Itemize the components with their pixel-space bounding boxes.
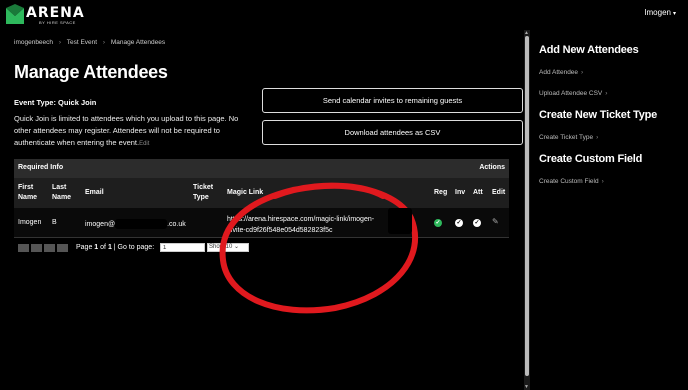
cell-magic-link[interactable]: https://arena.hirespace.com/magic-link/i… (227, 214, 374, 236)
pagination: Page 1 of 1 | Go to page: Show 10 ⌄ (18, 243, 249, 254)
breadcrumb-current: Manage Attendees (110, 39, 166, 46)
send-invites-button[interactable]: Send calendar invites to remaining guest… (262, 88, 523, 113)
ticket-type-heading: Create New Ticket Type (539, 109, 658, 121)
redaction-mark (388, 208, 412, 234)
arena-logo[interactable]: ARENA BY HIRE SPACE (6, 4, 86, 26)
upload-csv-label: Upload Attendee CSV (539, 90, 603, 97)
page-title: Manage Attendees (14, 62, 168, 82)
col-magic-link[interactable]: Magic Link (227, 188, 263, 198)
col-edit[interactable]: Edit (492, 188, 505, 198)
add-attendee-link[interactable]: Add Attendee › (539, 69, 583, 76)
breadcrumb: imogenbeech › Test Event › Manage Attend… (14, 39, 169, 46)
logo-subtitle: BY HIRE SPACE (39, 20, 76, 25)
edit-icon[interactable]: ✎ (492, 217, 499, 226)
user-name: Imogen (644, 8, 671, 17)
actions-label: Actions (479, 164, 505, 171)
reg-check-icon[interactable]: ✓ (434, 219, 442, 227)
breadcrumb-org[interactable]: imogenbeech (14, 39, 53, 46)
next-page-button[interactable] (44, 244, 55, 252)
create-field-link[interactable]: Create Custom Field › (539, 178, 604, 185)
user-menu[interactable]: Imogen ▾ (644, 8, 676, 17)
required-info-label: Required Info (18, 164, 64, 171)
page-indicator: Page 1 of 1 | Go to page: (76, 244, 154, 251)
last-page-button[interactable] (57, 244, 68, 252)
chevron-down-icon: ⌄ (234, 244, 240, 250)
attendees-table: Required Info Actions First Name Last Na… (14, 159, 509, 238)
chevron-right-icon: › (102, 39, 106, 46)
page-size-label: Show 10 (209, 244, 233, 250)
col-inv[interactable]: Inv (455, 188, 465, 198)
chevron-right-icon: › (581, 69, 584, 76)
col-ticket-type[interactable]: Ticket Type (193, 183, 223, 203)
chevron-right-icon: › (605, 90, 608, 97)
magic-link-line2: invite-cd9f26f548e054d582823f5c (227, 227, 333, 234)
col-first-name[interactable]: First Name (18, 183, 48, 203)
inv-check-icon[interactable]: ✓ (455, 219, 463, 227)
create-field-label: Create Custom Field (539, 178, 599, 185)
event-description: Quick Join is limited to attendees which… (14, 113, 254, 150)
cell-first-name: Imogen (18, 219, 42, 226)
goto-page-input[interactable] (160, 243, 205, 252)
cell-email: imogen@ .co.uk (85, 219, 186, 229)
col-last-name[interactable]: Last Name (52, 183, 82, 203)
chevron-right-icon: › (601, 178, 604, 185)
edit-link[interactable]: Edit (139, 141, 149, 147)
magic-link-line1: https://arena.hirespace.com/magic-link/i… (227, 216, 375, 223)
page-size-select[interactable]: Show 10 ⌄ (207, 243, 249, 252)
table-section-header: Required Info Actions (14, 159, 509, 178)
main-content: imogenbeech › Test Event › Manage Attend… (0, 30, 524, 390)
goto-label: | Go to page: (111, 244, 155, 251)
breadcrumb-event[interactable]: Test Event (67, 39, 97, 46)
right-sidebar: Add New Attendees Add Attendee › Upload A… (530, 30, 688, 390)
table-row: Imogen B imogen@ .co.uk https://arena.hir… (14, 208, 509, 238)
scroll-down-icon[interactable]: ▼ (524, 384, 529, 390)
scrollbar-thumb[interactable] (525, 36, 529, 376)
prev-page-button[interactable] (31, 244, 42, 252)
cell-last-name: B (52, 219, 57, 226)
page-prefix: Page (76, 244, 95, 251)
email-prefix: imogen@ (85, 220, 116, 228)
logo-mark-icon (6, 4, 24, 24)
add-attendees-heading: Add New Attendees (539, 44, 639, 56)
create-ticket-label: Create Ticket Type (539, 134, 594, 141)
download-csv-button[interactable]: Download attendees as CSV (262, 120, 523, 145)
email-suffix: .co.uk (167, 220, 186, 228)
logo-text: ARENA (26, 5, 85, 21)
col-reg[interactable]: Reg (434, 188, 447, 198)
page-of: of (98, 244, 108, 251)
custom-field-heading: Create Custom Field (539, 153, 643, 165)
first-page-button[interactable] (18, 244, 29, 252)
att-check-icon[interactable]: ✓ (473, 219, 481, 227)
upload-csv-link[interactable]: Upload Attendee CSV › (539, 90, 607, 97)
event-type: Event Type: Quick Join (14, 98, 97, 107)
redaction-mark (115, 219, 168, 229)
create-ticket-link[interactable]: Create Ticket Type › (539, 134, 598, 141)
col-email[interactable]: Email (85, 188, 104, 198)
chevron-right-icon: › (596, 134, 599, 141)
chevron-right-icon: › (58, 39, 62, 46)
top-bar: ARENA BY HIRE SPACE Imogen ▾ (0, 0, 688, 30)
table-column-headers: First Name Last Name Email Ticket Type M… (14, 178, 509, 208)
chevron-down-icon: ▾ (672, 11, 676, 17)
col-att[interactable]: Att (473, 188, 483, 198)
add-attendee-label: Add Attendee (539, 69, 579, 76)
description-text: Quick Join is limited to attendees which… (14, 114, 239, 147)
